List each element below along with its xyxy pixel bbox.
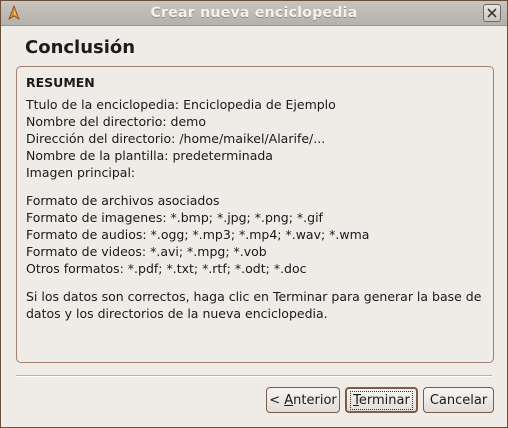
formats-images: Formato de imagenes: *.bmp; *.jpg; *.png… bbox=[26, 210, 323, 225]
summary-line-main-image: Imagen principal: bbox=[26, 165, 136, 180]
cancel-button-label: Cancelar bbox=[429, 392, 488, 408]
formats-heading: Formato de archivos asociados bbox=[26, 193, 220, 208]
previous-button[interactable]: < Anterior bbox=[266, 387, 340, 413]
formats-video: Formato de videos: *.avi; *.mpg; *.vob bbox=[26, 244, 267, 259]
cancel-button[interactable]: Cancelar bbox=[423, 387, 494, 413]
summary-panel: RESUMEN Ttulo de la enciclopedia: Encicl… bbox=[16, 66, 494, 363]
finish-button[interactable]: Terminar bbox=[345, 387, 418, 413]
window-title: Crear nueva enciclopedia bbox=[150, 5, 358, 21]
previous-button-prefix: < bbox=[269, 392, 285, 408]
separator bbox=[16, 375, 492, 377]
close-button[interactable] bbox=[483, 4, 501, 22]
previous-button-label: nterior bbox=[293, 392, 337, 408]
finish-button-label: erminar bbox=[358, 392, 410, 408]
title-bar[interactable]: Crear nueva enciclopedia bbox=[1, 1, 507, 26]
previous-button-mnemonic: A bbox=[284, 392, 294, 408]
page-heading: Conclusión bbox=[25, 37, 136, 58]
summary-line-template: Nombre de la plantilla: predeterminada bbox=[26, 148, 273, 163]
formats-other: Otros formatos: *.pdf; *.txt; *.rtf; *.o… bbox=[26, 261, 307, 276]
formats-audio: Formato de audios: *.ogg; *.mp3; *.mp4; … bbox=[26, 227, 370, 242]
close-icon bbox=[487, 8, 497, 18]
summary-line-directory-path: Dirección del directorio: /home/maikel/A… bbox=[26, 131, 326, 146]
confirmation-message: Si los datos son correctos, haga clic en… bbox=[26, 289, 482, 321]
summary-line-directory-name: Nombre del directorio: demo bbox=[26, 114, 206, 129]
summary-title: RESUMEN bbox=[26, 75, 95, 90]
summary-line-title: Ttulo de la enciclopedia: Enciclopedia d… bbox=[26, 97, 336, 112]
dialog-window: Crear nueva enciclopedia Conclusión RESU… bbox=[0, 0, 508, 428]
